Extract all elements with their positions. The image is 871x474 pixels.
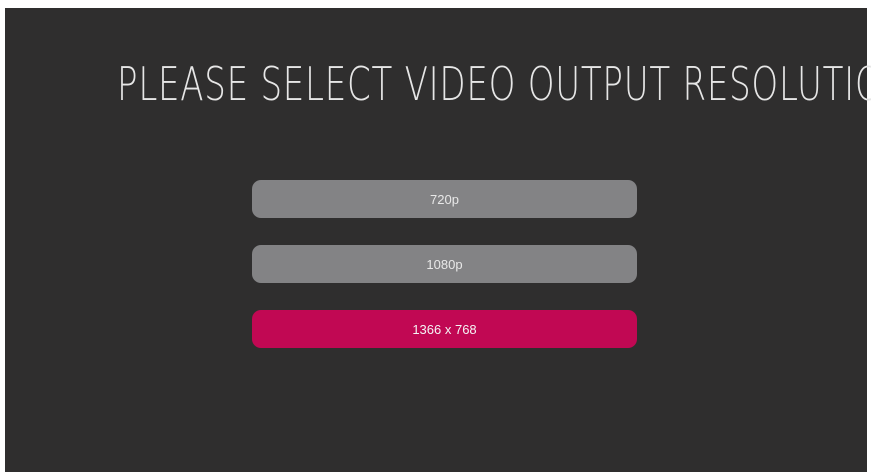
option-1366x768-button[interactable]: 1366 x 768 [252,310,637,348]
page-title: PLEASE SELECT VIDEO OUTPUT RESOLUTION [117,57,871,111]
option-label: 1080p [426,256,463,272]
option-label: 1366 x 768 [412,321,477,337]
option-720p-button[interactable]: 720p [252,180,637,218]
resolution-options: 720p 1080p 1366 x 768 [252,180,637,375]
option-label: 720p [430,191,459,207]
option-1080p-button[interactable]: 1080p [252,245,637,283]
resolution-screen: PLEASE SELECT VIDEO OUTPUT RESOLUTION 72… [5,8,871,472]
